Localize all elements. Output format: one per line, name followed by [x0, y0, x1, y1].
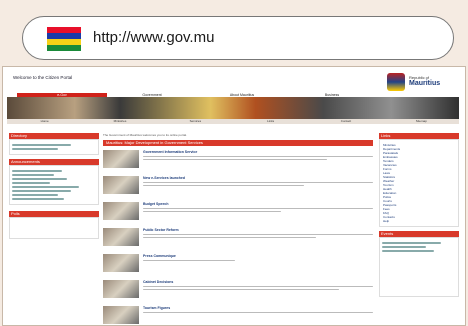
left-link[interactable]: [12, 186, 80, 188]
news-text: Government Information Service: [143, 150, 373, 172]
left-box3-body: [9, 217, 99, 239]
news-text: Cabinet Decisions: [143, 280, 373, 302]
right-link[interactable]: Help: [383, 219, 455, 223]
text-line: [143, 236, 316, 238]
left-link[interactable]: [12, 148, 59, 150]
news-title[interactable]: Budget Speech: [143, 202, 373, 206]
coat-of-arms-icon: [387, 73, 405, 91]
main-intro: The Government of Mauritius welcomes you…: [103, 133, 187, 137]
news-thumbnail[interactable]: [103, 228, 139, 246]
left-link[interactable]: [12, 182, 50, 184]
news-title[interactable]: Press Communique: [143, 254, 373, 258]
text-line: [143, 311, 373, 313]
news-thumbnail[interactable]: [103, 254, 139, 272]
webpage-screenshot: Welcome to the Citizen Portal Republic o…: [2, 66, 466, 326]
news-lines: [143, 259, 373, 261]
text-line: [143, 155, 373, 157]
text-line: [143, 288, 339, 290]
left-link[interactable]: [12, 174, 54, 176]
menu-item[interactable]: Contact: [308, 119, 383, 124]
text-line: [143, 259, 235, 261]
right-link-list: Ministries Departments Parastatals Embas…: [379, 139, 459, 227]
address-bar[interactable]: http://www.gov.mu: [22, 16, 454, 60]
news-item[interactable]: Cabinet Decisions: [103, 280, 373, 302]
left-link[interactable]: [12, 194, 59, 196]
news-lines: [143, 311, 373, 313]
left-box-body: [9, 139, 99, 155]
news-lines: [143, 285, 373, 290]
news-title[interactable]: Cabinet Decisions: [143, 280, 373, 284]
right-box2-body: [379, 237, 459, 297]
news-thumbnail[interactable]: [103, 306, 139, 324]
news-thumbnail[interactable]: [103, 280, 139, 298]
event-line[interactable]: [382, 242, 442, 244]
left-link[interactable]: [12, 170, 63, 172]
news-lines: [143, 233, 373, 238]
news-title[interactable]: New e-Services launched: [143, 176, 373, 180]
country-label: Mauritius: [409, 80, 441, 87]
text-line: [143, 285, 373, 287]
news-text: Press Communique: [143, 254, 373, 276]
news-lines: [143, 181, 373, 186]
menu-item[interactable]: Services: [158, 119, 233, 124]
news-title[interactable]: Public Sector Reform: [143, 228, 373, 232]
news-lines: [143, 207, 373, 212]
menu-item[interactable]: Ministries: [82, 119, 157, 124]
event-line[interactable]: [382, 250, 434, 252]
event-line[interactable]: [382, 246, 427, 248]
news-lines: [143, 155, 373, 160]
mauritius-flag-icon: [47, 27, 81, 51]
left-column: Directory Announcements Polls: [9, 133, 99, 239]
news-text: Budget Speech: [143, 202, 373, 224]
news-thumbnail[interactable]: [103, 176, 139, 194]
news-text: Public Sector Reform: [143, 228, 373, 250]
text-line: [143, 207, 373, 209]
menu-item[interactable]: Sitemap: [384, 119, 459, 124]
news-title[interactable]: Tourism Figures: [143, 306, 373, 310]
left-link[interactable]: [12, 190, 71, 192]
welcome-text: Welcome to the Citizen Portal: [13, 75, 73, 80]
left-link[interactable]: [12, 144, 71, 146]
news-text: New e-Services launched: [143, 176, 373, 198]
url-text[interactable]: http://www.gov.mu: [93, 29, 214, 46]
banner-menu: Home Ministries Services Links Contact S…: [7, 119, 459, 124]
main-column: The Government of Mauritius welcomes you…: [103, 133, 373, 325]
menu-item[interactable]: Links: [233, 119, 308, 124]
news-item[interactable]: New e-Services launched: [103, 176, 373, 198]
photo-banner: [7, 97, 459, 119]
text-line: [143, 210, 281, 212]
news-title[interactable]: Government Information Service: [143, 150, 373, 154]
text-line: [143, 158, 327, 160]
news-thumbnail[interactable]: [103, 150, 139, 168]
news-text: Tourism Figures: [143, 306, 373, 325]
left-link[interactable]: [12, 198, 65, 200]
text-line: [143, 184, 304, 186]
news-item[interactable]: Tourism Figures: [103, 306, 373, 325]
menu-item[interactable]: Home: [7, 119, 82, 124]
right-column: Links Ministries Departments Parastatals…: [379, 133, 459, 297]
news-thumbnail[interactable]: [103, 202, 139, 220]
left-link[interactable]: [12, 178, 67, 180]
text-line: [143, 181, 373, 183]
text-line: [143, 233, 373, 235]
news-item[interactable]: Public Sector Reform: [103, 228, 373, 250]
main-heading: Mauritius: Major Development in Governme…: [103, 140, 373, 146]
news-item[interactable]: Press Communique: [103, 254, 373, 276]
news-item[interactable]: Budget Speech: [103, 202, 373, 224]
news-item[interactable]: Government Information Service: [103, 150, 373, 172]
flag-stripe-green: [47, 45, 81, 51]
left-box2-body: [9, 165, 99, 205]
